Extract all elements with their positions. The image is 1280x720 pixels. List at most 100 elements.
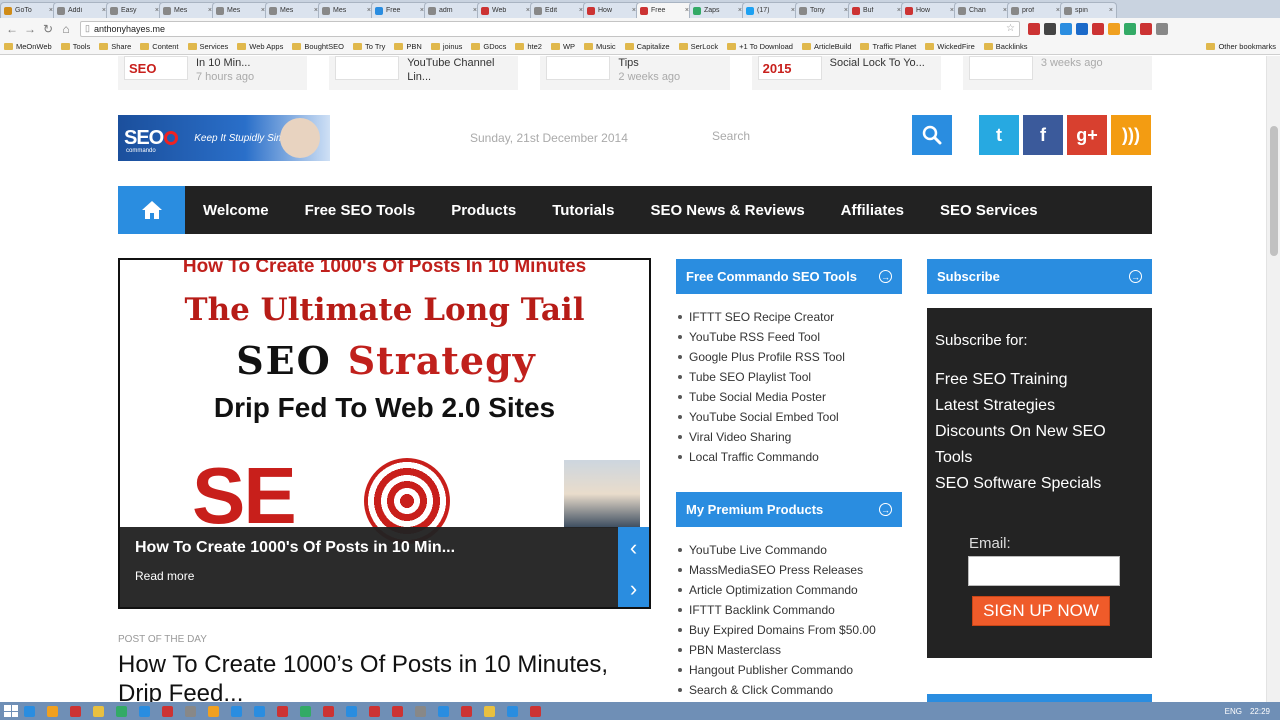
widget-link[interactable]: Tube SEO Playlist Tool (676, 367, 845, 387)
site-logo[interactable]: SEO commando Keep It Stupidly Simple (118, 115, 330, 161)
recent-post-card[interactable]: SEO In 10 Min... 7 hours ago (118, 56, 308, 90)
taskbar-app-icon[interactable] (277, 705, 288, 717)
extension-icon[interactable] (1140, 22, 1152, 35)
bookmark-item[interactable]: SerLock (678, 42, 718, 51)
taskbar-app-icon[interactable] (346, 705, 357, 717)
bookmark-star-icon[interactable]: ☆ (1006, 23, 1015, 34)
nav-link[interactable]: Products (433, 202, 534, 219)
bookmark-item[interactable]: hte2 (515, 42, 542, 51)
taskbar-app-icon[interactable] (93, 705, 104, 717)
extension-icon[interactable] (1044, 22, 1056, 35)
other-bookmarks[interactable]: Other bookmarks (1206, 42, 1276, 51)
taskbar-app-icon[interactable] (47, 705, 58, 717)
browser-tab[interactable]: (17) × (742, 2, 799, 18)
browser-tab[interactable]: How × (583, 2, 640, 18)
widget-link[interactable]: Google Plus Profile RSS Tool (676, 347, 845, 367)
home-button[interactable] (118, 186, 185, 234)
read-more-link[interactable]: Read more (135, 569, 603, 583)
browser-tab[interactable]: Web × (477, 2, 534, 18)
taskbar-app-icon[interactable] (507, 705, 518, 717)
extension-icon[interactable] (1060, 22, 1072, 35)
widget-link[interactable]: YouTube Live Commando (676, 540, 876, 560)
nav-link[interactable]: Welcome (185, 202, 287, 219)
extension-icon[interactable] (1124, 22, 1136, 35)
nav-link[interactable]: SEO News & Reviews (632, 202, 822, 219)
taskbar-app-icon[interactable] (231, 705, 242, 717)
search-button[interactable] (912, 115, 952, 155)
post-title[interactable]: How To Create 1000’s Of Posts in 10 Minu… (118, 650, 658, 702)
browser-tab[interactable]: adm × (424, 2, 481, 18)
browser-tab[interactable]: Free × (371, 2, 428, 18)
featured-slider[interactable]: How To Create 1000's Of Posts In 10 Minu… (118, 258, 651, 609)
close-icon[interactable]: × (1109, 7, 1113, 14)
taskbar-app-icon[interactable] (369, 705, 380, 717)
slide-title[interactable]: How To Create 1000's Of Posts in 10 Min.… (135, 539, 603, 557)
widget-link[interactable]: Viral Video Sharing (676, 427, 845, 447)
widget-link[interactable]: YouTube Social Embed Tool (676, 407, 845, 427)
widget-link[interactable]: YouTube RSS Feed Tool (676, 327, 845, 347)
bookmark-item[interactable]: Backlinks (983, 42, 1027, 51)
taskbar-app-icon[interactable] (139, 705, 150, 717)
bookmark-item[interactable]: To Try (352, 42, 385, 51)
browser-tab[interactable]: Chan × (954, 2, 1011, 18)
nav-link[interactable]: Tutorials (534, 202, 632, 219)
googleplus-button[interactable]: g+ (1067, 115, 1107, 155)
taskbar-app-icon[interactable] (24, 705, 35, 717)
browser-tab[interactable]: Buf × (848, 2, 905, 18)
chevron-right-icon[interactable]: › (630, 576, 637, 602)
browser-tab[interactable]: Mes × (159, 2, 216, 18)
extension-icon[interactable] (1076, 22, 1088, 35)
taskbar-app-icon[interactable] (530, 705, 541, 717)
nav-link[interactable]: Free SEO Tools (287, 202, 434, 219)
bookmark-item[interactable]: ArticleBuild (801, 42, 851, 51)
extension-icon[interactable] (1028, 22, 1040, 35)
browser-tab[interactable]: Free × (636, 2, 693, 18)
bookmark-item[interactable]: WP (550, 42, 575, 51)
browser-tab[interactable]: Tony × (795, 2, 852, 18)
bookmark-item[interactable]: joinus (430, 42, 462, 51)
browser-tab[interactable]: Mes × (212, 2, 269, 18)
extension-icon[interactable] (1108, 22, 1120, 35)
recent-post-card[interactable]: 2015 Social Lock To Yo... (751, 56, 941, 90)
rss-button[interactable]: ))) (1111, 115, 1151, 155)
nav-link[interactable]: Affiliates (823, 202, 922, 219)
windows-start-icon[interactable] (4, 705, 18, 717)
taskbar-app-icon[interactable] (484, 705, 495, 717)
address-bar[interactable]: ▯ anthonyhayes.me ☆ (80, 20, 1020, 37)
nav-link[interactable]: SEO Services (922, 202, 1056, 219)
recent-post-card[interactable]: 3 weeks ago (962, 56, 1153, 90)
taskbar-app-icon[interactable] (392, 705, 403, 717)
bookmark-item[interactable]: Share (99, 42, 131, 51)
clock[interactable]: 22:29 (1250, 707, 1270, 716)
bookmark-item[interactable]: MeOnWeb (4, 42, 52, 51)
browser-tab[interactable]: Addi × (53, 2, 110, 18)
taskbar-app-icon[interactable] (162, 705, 173, 717)
back-icon[interactable]: ← (4, 21, 20, 37)
facebook-button[interactable]: f (1023, 115, 1063, 155)
browser-tab[interactable]: GoTo × (0, 2, 57, 18)
taskbar-app-icon[interactable] (116, 705, 127, 717)
widget-link[interactable]: MassMediaSEO Press Releases (676, 560, 876, 580)
reload-icon[interactable]: ↻ (40, 21, 56, 37)
browser-tab[interactable]: How × (901, 2, 958, 18)
browser-tab[interactable]: Easy × (106, 2, 163, 18)
taskbar-app-icon[interactable] (438, 705, 449, 717)
bookmark-item[interactable]: GDocs (471, 42, 506, 51)
taskbar-app-icon[interactable] (415, 705, 426, 717)
bookmark-item[interactable]: Traffic Planet (860, 42, 916, 51)
browser-tab[interactable]: Edit × (530, 2, 587, 18)
widget-link[interactable]: Tube Social Media Poster (676, 387, 845, 407)
bookmark-item[interactable]: Content (140, 42, 179, 51)
browser-tab[interactable]: spin × (1060, 2, 1117, 18)
language-indicator[interactable]: ENG (1225, 707, 1242, 716)
widget-link[interactable]: Hangout Publisher Commando (676, 660, 876, 680)
bookmark-item[interactable]: Web Apps (237, 42, 283, 51)
browser-tab[interactable]: Zaps × (689, 2, 746, 18)
taskbar-app-icon[interactable] (300, 705, 311, 717)
chevron-left-icon[interactable]: ‹ (630, 535, 637, 561)
browser-tab[interactable]: prof × (1007, 2, 1064, 18)
widget-link[interactable]: IFTTT SEO Recipe Creator (676, 307, 845, 327)
bookmark-item[interactable]: PBN (394, 42, 422, 51)
forward-icon[interactable]: → (22, 21, 38, 37)
taskbar-app-icon[interactable] (254, 705, 265, 717)
